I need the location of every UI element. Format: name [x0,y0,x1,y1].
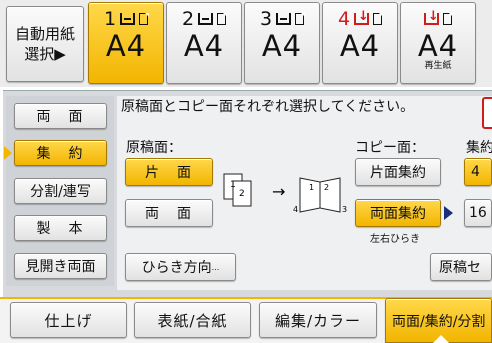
aggregate-16-label: 16 [469,205,487,221]
tab-caret-icon [433,335,449,343]
aggregate-heading: 集約 [466,140,492,156]
menu-book-duplex-label: 見開き両面 [25,259,96,275]
right-arrow-icon: → [272,182,285,201]
copy-duplex-combine-button[interactable]: 両面集約 [355,199,441,227]
aggregate-16-button[interactable]: 16 [464,199,492,227]
tray-4-button[interactable]: 4 ↓ A4 [322,2,398,84]
combine-diagram: 1 2 → 1 2 4 3 [223,173,347,214]
tray-3-size: A4 [261,29,303,63]
open-direction-label: ひらき方向 [141,260,212,276]
diagram-label: 1 [309,183,314,192]
tray-1-button[interactable]: 1 A4 [88,2,164,84]
tray-2-size: A4 [183,29,225,63]
diagram-label: 4 [293,205,298,214]
diagram-label: 3 [342,205,347,214]
tray-empty-icon: ↓ [424,10,439,25]
tab-cover-insert-label: 表紙/合紙 [157,311,228,330]
auto-paper-select-line2: 選択▶ [24,45,66,63]
tab-finishing-label: 仕上げ [44,311,93,330]
tray-2-number: 2 [181,8,195,30]
original-heading: 原稿面： [126,140,182,156]
recycled-paper-tray-button[interactable]: ↓ A4 再生紙 [400,2,476,84]
tab-cover-insert[interactable]: 表紙/合紙 [134,302,251,338]
instruction-text: 原稿面とコピー面それぞれ選択してください。 [121,99,415,115]
aggregate-4-label: 4 [471,164,482,180]
menu-combine-label: 集 約 [36,146,85,162]
copy-note: 左右ひらき [370,234,420,245]
selected-indicator-icon [4,146,12,160]
more-dots-icon: ... [211,262,220,272]
menu-combine-button[interactable]: 集 約 [14,140,107,166]
original-duplex-label: 両 面 [145,206,193,222]
triangle-right-icon [444,206,453,220]
original-single-label: 片 面 [145,165,193,181]
tray-1-size: A4 [105,29,147,63]
open-direction-button[interactable]: ひらき方向... [125,253,236,281]
tray-icon [198,13,214,25]
auto-paper-select-button[interactable]: 自動用紙 選択▶ [6,6,84,82]
original-duplex-button[interactable]: 両 面 [125,199,213,227]
menu-book-duplex-button[interactable]: 見開き両面 [14,253,107,279]
diagram-label: 2 [324,183,329,192]
original-set-button[interactable]: 原稿セ [430,253,492,281]
tab-finishing[interactable]: 仕上げ [10,302,127,338]
original-single-button[interactable]: 片 面 [125,158,213,186]
auto-paper-select-line1: 自動用紙 [14,25,75,43]
tray-4-size: A4 [339,29,381,63]
original-set-label: 原稿セ [439,260,481,276]
tray-3-button[interactable]: 3 A4 [244,2,320,84]
menu-booklet-label: 製 本 [36,221,85,237]
tray-4-number: 4 [337,8,351,30]
tray-1-number: 1 [103,8,117,30]
tray-3-number: 3 [259,8,273,30]
tray-icon [120,13,136,25]
menu-duplex-button[interactable]: 両 面 [14,103,107,129]
diagram-label: 2 [239,189,245,199]
tab-duplex-combine-split-label: 両面/集約/分割 [392,313,486,330]
recycled-paper-label: 再生紙 [424,61,452,71]
warning-indicator [482,97,492,129]
copy-single-combine-label: 片面集約 [370,165,426,181]
tab-edit-color[interactable]: 編集/カラー [259,302,377,338]
paper-icon [443,12,453,25]
tray-2-button[interactable]: 2 A4 [166,2,242,84]
tab-edit-color-label: 編集/カラー [274,311,362,330]
paper-icon [139,12,149,25]
menu-split-button[interactable]: 分割/連写 [14,178,107,204]
paper-icon [217,12,227,25]
copy-heading: コピー面： [355,140,425,156]
menu-split-label: 分割/連写 [30,184,91,200]
menu-booklet-button[interactable]: 製 本 [14,215,107,241]
recycled-tray-size: A4 [417,29,459,63]
menu-duplex-label: 両 面 [36,109,85,125]
copy-duplex-combine-label: 両面集約 [370,206,426,222]
paper-icon [295,12,305,25]
tray-icon [276,13,292,25]
diagram-label: 1 [230,180,236,190]
copy-single-combine-button[interactable]: 片面集約 [355,158,441,186]
paper-icon [373,12,383,25]
aggregate-4-button[interactable]: 4 [464,158,492,186]
tray-empty-icon: ↓ [354,10,370,25]
